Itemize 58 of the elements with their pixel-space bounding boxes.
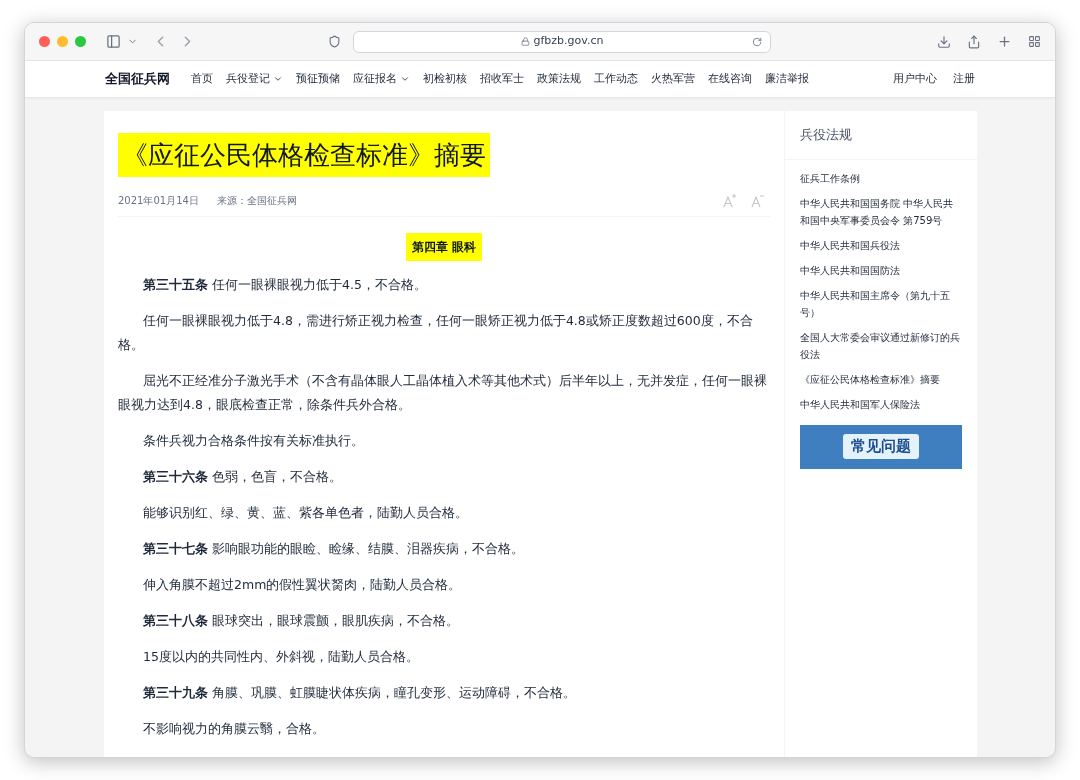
download-icon[interactable] — [937, 34, 951, 49]
user-link[interactable]: 用户中心 — [893, 70, 937, 88]
article-paragraph: 第三十九条 角膜、巩膜、虹膜睫状体疾病，瞳孔变形、运动障碍，不合格。 — [142, 684, 577, 702]
article-paragraph: 屈光不正经准分子激光手术（不含有晶体眼人工晶体植入术等其他术式）后半年以上，无并发症，任何一眼裸眼视力达到4.8，眼底检查正常，除条件兵外合格。 — [118, 372, 768, 414]
shield-icon[interactable] — [328, 35, 341, 48]
nav-link[interactable]: 招收军士 — [479, 70, 524, 88]
nav-link[interactable]: 工作动态 — [593, 70, 638, 88]
font-decrease-icon[interactable] — [750, 193, 764, 208]
nav-link[interactable]: 预征预储 — [295, 70, 340, 88]
article-paragraph: 15度以内的共同性内、外斜视，陆勤人员合格。 — [142, 648, 420, 666]
article-source: 来源：全国征兵网 — [216, 194, 297, 208]
close-window-button[interactable] — [39, 36, 50, 47]
nav-link[interactable]: 兵役登记 — [225, 70, 283, 88]
reload-icon[interactable] — [752, 36, 762, 47]
sidebar-link[interactable]: 中华人民共和国国务院 中华人民共和国中央军事委员会令 第759号 — [800, 194, 962, 229]
zoom-window-button[interactable] — [75, 36, 86, 47]
dropdown-caret-icon — [272, 74, 283, 84]
sidebar-toggle-icon[interactable] — [106, 34, 121, 49]
address-bar[interactable]: gfbzb.gov.cn — [353, 30, 771, 53]
sidebar-link[interactable]: 征兵工作条例 — [800, 169, 962, 187]
nav-link[interactable]: 火热军营 — [650, 70, 695, 88]
nav-link[interactable]: 政策法规 — [536, 70, 581, 88]
new-tab-icon[interactable] — [997, 34, 1012, 49]
sidebar-link[interactable]: 中华人民共和国兵役法 — [800, 236, 962, 254]
tab-overview-icon[interactable] — [1028, 35, 1041, 48]
sidebar-link[interactable]: 中华人民共和国主席令（第九十五号） — [800, 286, 962, 321]
sidebar-link[interactable]: 中华人民共和国国防法 — [800, 261, 962, 279]
nav-link[interactable]: 首页 — [190, 70, 213, 88]
article-title: 《应征公民体格检查标准》摘要 — [118, 133, 490, 177]
chapter-heading: 第四章 眼科 — [405, 233, 483, 261]
article-paragraph: 伸入角膜不超过2mm的假性翼状胬肉，陆勤人员合格。 — [142, 576, 463, 594]
faq-banner-text: 常见问题 — [843, 434, 919, 459]
publish-date: 2021年01月14日 — [118, 194, 199, 208]
nav-link[interactable]: 在线咨询 — [707, 70, 752, 88]
article-paragraph: 不影响视力的角膜云翳，合格。 — [142, 720, 326, 738]
article-paragraph: 条件兵视力合格条件按有关标准执行。 — [142, 432, 365, 450]
sidebar-link[interactable]: 全国人大常委会审议通过新修订的兵役法 — [800, 328, 962, 363]
article-paragraph: 任何一眼裸眼视力低于4.8，需进行矫正视力检查，任何一眼矫正视力低于4.8或矫正度数超过600度，不合格。 — [118, 312, 754, 354]
sidebar-link[interactable]: 《应征公民体格检查标准》摘要 — [800, 370, 962, 388]
article-paragraph: 第三十八条 眼球突出，眼球震颤，眼肌疾病，不合格。 — [142, 612, 460, 630]
article-paragraph: 第三十七条 影响眼功能的眼睑、睑缘、结膜、泪器疾病，不合格。 — [142, 540, 525, 558]
minimize-window-button[interactable] — [57, 36, 68, 47]
article-paragraph: 第三十五条 任何一眼裸眼视力低于4.5，不合格。 — [142, 276, 428, 294]
sidebar-title: 兵役法规 — [785, 111, 977, 160]
faq-banner[interactable]: 常见问题 — [800, 424, 962, 469]
nav-link[interactable]: 初检初核 — [422, 70, 467, 88]
user-link[interactable]: 注册 — [953, 70, 975, 88]
article-paragraph: 第三十六条 色弱，色盲，不合格。 — [142, 468, 343, 486]
site-logo[interactable]: 全国征兵网 — [105, 69, 170, 89]
url-text: gfbzb.gov.cn — [533, 33, 604, 50]
nav-link[interactable]: 廉洁举报 — [764, 70, 809, 88]
lock-icon — [520, 37, 530, 46]
article-paragraph: 能够识别红、绿、黄、蓝、紫各单色者，陆勤人员合格。 — [142, 504, 469, 522]
nav-link[interactable]: 应征报名 — [352, 70, 410, 88]
dropdown-caret-icon — [399, 74, 410, 84]
share-icon[interactable] — [967, 34, 981, 49]
font-increase-icon[interactable] — [722, 193, 736, 208]
sidebar-link[interactable]: 中华人民共和国军人保险法 — [800, 395, 962, 413]
